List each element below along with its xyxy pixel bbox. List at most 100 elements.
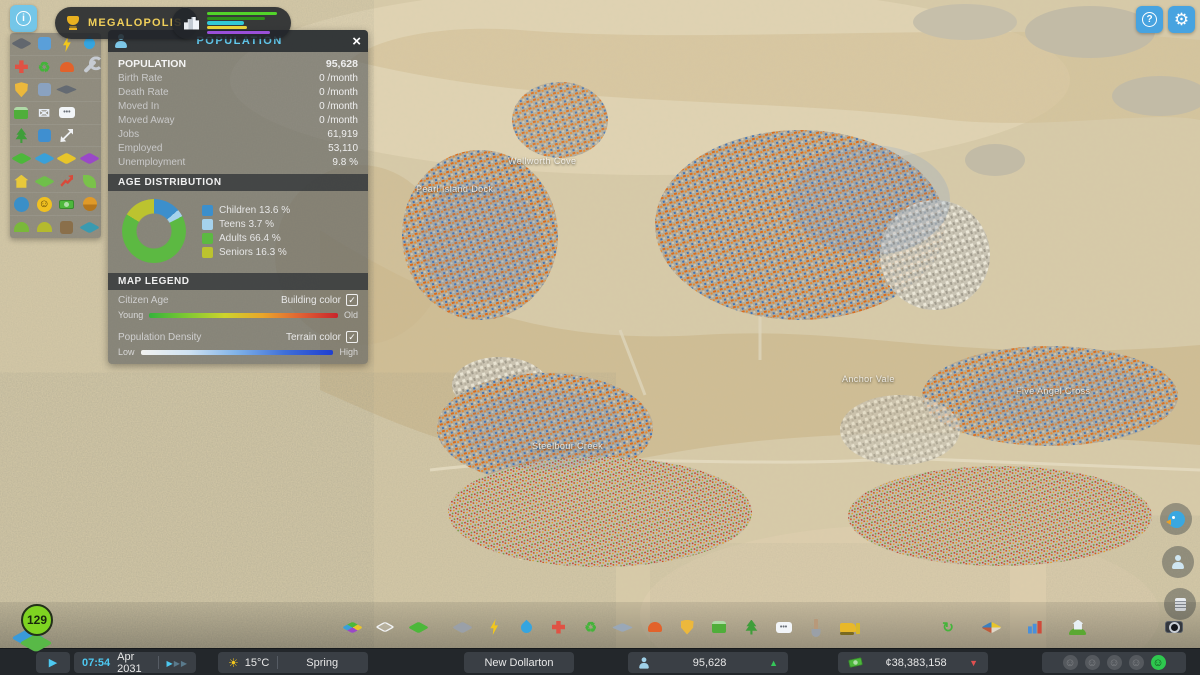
areas-icon bbox=[407, 621, 429, 633]
age-legend-item: Children 13.6 % bbox=[202, 204, 290, 216]
infoview-post[interactable]: ✉ bbox=[33, 102, 56, 124]
infoview-industry[interactable] bbox=[33, 170, 56, 192]
parks-recreation-button[interactable] bbox=[737, 612, 765, 642]
infoview-maintenance[interactable] bbox=[78, 56, 101, 78]
districts-icon bbox=[375, 621, 395, 633]
photo-mode-button[interactable] bbox=[1160, 612, 1188, 642]
bulldozer-icon bbox=[839, 622, 860, 635]
statistics-button[interactable] bbox=[1021, 612, 1049, 642]
infoview-nature[interactable] bbox=[10, 216, 33, 238]
settings-button[interactable]: ⚙ bbox=[1168, 6, 1195, 33]
map-overview-button[interactable] bbox=[977, 612, 1005, 642]
communications-button[interactable]: ••• bbox=[770, 612, 798, 642]
speed-arrow-1[interactable]: ▶ bbox=[167, 659, 173, 668]
stat-value: 0 /month bbox=[319, 72, 358, 84]
stat-value: 9.8 % bbox=[332, 156, 358, 168]
economy-icon bbox=[60, 174, 74, 187]
legend-label: Citizen Age bbox=[118, 294, 169, 306]
infoview-economy[interactable] bbox=[56, 170, 79, 192]
info-button[interactable]: i bbox=[10, 5, 37, 32]
weather-pill[interactable]: ☀ 15°C Spring bbox=[218, 652, 368, 673]
stat-label: Moved Away bbox=[118, 114, 175, 126]
electricity-button[interactable] bbox=[480, 612, 508, 642]
city-name: New Dollarton bbox=[484, 656, 554, 669]
city-name-pill[interactable]: New Dollarton bbox=[464, 652, 574, 673]
infoview-garbage[interactable]: ♻ bbox=[33, 56, 56, 78]
infoview-storage[interactable] bbox=[33, 125, 56, 147]
infoview-fishing[interactable] bbox=[78, 216, 101, 238]
infoview-zones[interactable] bbox=[56, 147, 79, 169]
empty-cell bbox=[78, 79, 101, 101]
speed-arrow-3[interactable]: ▶ bbox=[181, 659, 187, 668]
transportation-button[interactable] bbox=[705, 612, 733, 642]
infoview-police[interactable] bbox=[10, 79, 33, 101]
money-pill[interactable]: ¢38,383,158 ▼ bbox=[838, 652, 988, 673]
dim-face-icon: ☺ bbox=[1062, 655, 1078, 670]
transportation-icon bbox=[712, 621, 727, 633]
city-information-button[interactable] bbox=[1064, 612, 1092, 642]
infoview-fire-safety[interactable] bbox=[56, 56, 79, 78]
district-label: Anchor Vale bbox=[842, 374, 895, 384]
areas-button[interactable] bbox=[404, 612, 432, 642]
infoview-education[interactable] bbox=[56, 79, 79, 101]
info-icon: i bbox=[16, 11, 31, 26]
infoview-parks[interactable] bbox=[10, 125, 33, 147]
infoview-electricity[interactable] bbox=[33, 33, 56, 55]
zoning-button[interactable] bbox=[338, 612, 366, 642]
close-icon[interactable]: × bbox=[352, 34, 361, 49]
happiness-pill[interactable]: ☺ ☺ ☺ ☺ ☺ bbox=[1042, 652, 1186, 673]
infoview-money[interactable] bbox=[56, 193, 79, 215]
infoview-wildlife[interactable] bbox=[56, 216, 79, 238]
landscaping-button[interactable] bbox=[802, 612, 830, 642]
economy-button[interactable]: ↻ bbox=[934, 612, 962, 642]
roads-button[interactable] bbox=[448, 612, 476, 642]
legend-checkbox[interactable]: ✓ bbox=[346, 294, 358, 306]
bulldozer-button[interactable] bbox=[834, 612, 862, 642]
time-pill[interactable]: 07:54 Apr 2031 ▶▶▶ bbox=[74, 651, 196, 675]
water-sewage-button[interactable] bbox=[512, 612, 540, 642]
infoview-water-map[interactable] bbox=[33, 147, 56, 169]
parks-recreation-icon bbox=[745, 619, 758, 635]
transportation-icon bbox=[14, 106, 29, 119]
population-up-icon: ▲ bbox=[769, 657, 778, 668]
infoview-roads[interactable] bbox=[10, 33, 33, 55]
legend-checkbox[interactable]: ✓ bbox=[346, 331, 358, 343]
infoview-healthcare[interactable] bbox=[10, 56, 33, 78]
infoview-districts[interactable] bbox=[78, 147, 101, 169]
electricity-icon bbox=[37, 37, 51, 51]
stat-value: 53,110 bbox=[328, 142, 358, 154]
infoview-farmland[interactable] bbox=[33, 216, 56, 238]
garbage-button[interactable]: ♻ bbox=[577, 612, 605, 642]
chirper-button[interactable] bbox=[1160, 503, 1192, 535]
infoview-routes[interactable] bbox=[56, 125, 79, 147]
xp-progress-pill[interactable] bbox=[172, 7, 291, 39]
infoview-telecom[interactable]: ••• bbox=[56, 102, 79, 124]
map-legend-header: MAP LEGEND bbox=[108, 273, 368, 290]
population-pill[interactable]: 95,628 ▲ bbox=[628, 652, 788, 673]
gradient-min-label: Low bbox=[118, 347, 135, 357]
healthcare-button[interactable] bbox=[544, 612, 572, 642]
infoview-administration[interactable] bbox=[33, 79, 56, 101]
sim-speed-control[interactable]: ▶▶▶ bbox=[167, 657, 188, 669]
infoview-tourism[interactable] bbox=[10, 193, 33, 215]
police-button[interactable] bbox=[673, 612, 701, 642]
citizen-icon bbox=[1172, 555, 1184, 569]
infoview-residential[interactable] bbox=[10, 170, 33, 192]
follow-citizen-button[interactable] bbox=[1162, 546, 1194, 578]
population-stats: POPULATION 95,628 Birth Rate 0 /month Death … bbox=[108, 52, 368, 174]
fire-rescue-button[interactable] bbox=[641, 612, 669, 642]
infoview-workplaces[interactable] bbox=[78, 193, 101, 215]
infoview-terrain[interactable] bbox=[10, 147, 33, 169]
milestone-level-badge[interactable]: 129 bbox=[11, 604, 60, 653]
map-legend: Citizen Age Building color ✓ Young Old Popula… bbox=[108, 290, 368, 364]
education-button[interactable] bbox=[609, 612, 637, 642]
zones-icon bbox=[56, 152, 78, 165]
help-button[interactable]: ? bbox=[1136, 6, 1163, 33]
infoview-greenery[interactable] bbox=[78, 170, 101, 192]
infoview-happiness[interactable]: ☺ bbox=[33, 193, 56, 215]
toolbar-photo-group bbox=[1160, 612, 1192, 642]
districts-button[interactable] bbox=[371, 612, 399, 642]
play-pause-button[interactable]: ▶ bbox=[36, 652, 70, 673]
speed-arrow-2[interactable]: ▶ bbox=[174, 659, 180, 668]
infoview-transportation[interactable] bbox=[10, 102, 33, 124]
